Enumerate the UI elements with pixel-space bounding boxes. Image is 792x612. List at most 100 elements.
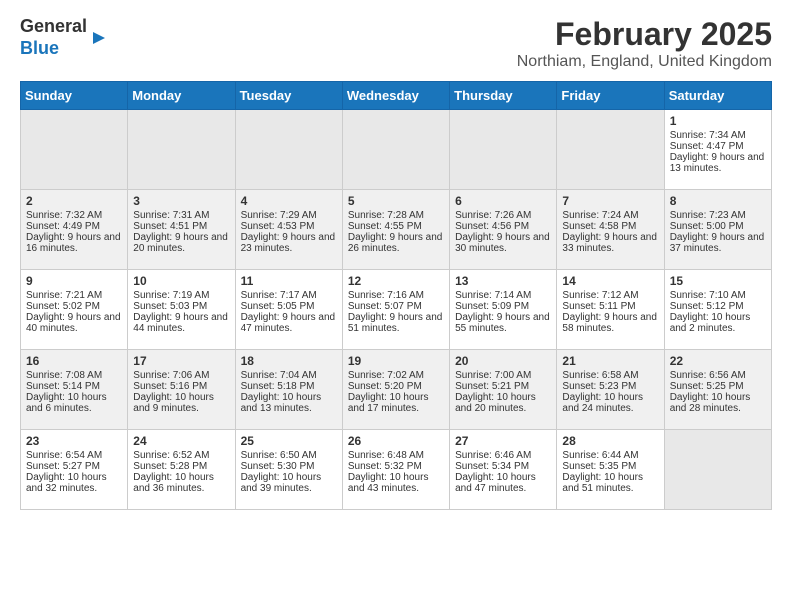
calendar-cell: 26Sunrise: 6:48 AMSunset: 5:32 PMDayligh…: [342, 430, 449, 510]
calendar-cell: 8Sunrise: 7:23 AMSunset: 5:00 PMDaylight…: [664, 190, 771, 270]
calendar-cell: [664, 430, 771, 510]
daylight-text: Daylight: 10 hours and 51 minutes.: [562, 472, 643, 494]
day-number: 26: [348, 434, 444, 448]
calendar-cell: 11Sunrise: 7:17 AMSunset: 5:05 PMDayligh…: [235, 270, 342, 350]
sunset-text: Sunset: 5:14 PM: [26, 381, 100, 392]
sunrise-text: Sunrise: 7:28 AM: [348, 210, 424, 221]
calendar-cell: 25Sunrise: 6:50 AMSunset: 5:30 PMDayligh…: [235, 430, 342, 510]
sunset-text: Sunset: 5:21 PM: [455, 381, 529, 392]
sunset-text: Sunset: 5:18 PM: [241, 381, 315, 392]
calendar-cell: 23Sunrise: 6:54 AMSunset: 5:27 PMDayligh…: [21, 430, 128, 510]
daylight-text: Daylight: 9 hours and 55 minutes.: [455, 312, 550, 334]
daylight-text: Daylight: 10 hours and 9 minutes.: [133, 392, 214, 414]
sunset-text: Sunset: 4:55 PM: [348, 221, 422, 232]
day-number: 15: [670, 274, 766, 288]
daylight-text: Daylight: 10 hours and 36 minutes.: [133, 472, 214, 494]
sunrise-text: Sunrise: 7:31 AM: [133, 210, 209, 221]
page: General Blue February 2025 Northiam, Eng…: [0, 0, 792, 526]
daylight-text: Daylight: 9 hours and 51 minutes.: [348, 312, 443, 334]
sunset-text: Sunset: 5:12 PM: [670, 301, 744, 312]
calendar-cell: 3Sunrise: 7:31 AMSunset: 4:51 PMDaylight…: [128, 190, 235, 270]
sunrise-text: Sunrise: 7:12 AM: [562, 290, 638, 301]
sunrise-text: Sunrise: 7:26 AM: [455, 210, 531, 221]
calendar-cell: 16Sunrise: 7:08 AMSunset: 5:14 PMDayligh…: [21, 350, 128, 430]
sunset-text: Sunset: 5:30 PM: [241, 461, 315, 472]
day-number: 8: [670, 194, 766, 208]
calendar-cell: 6 Sunrise: 7:26 AMSunset: 4:56 PMDaylight…: [450, 190, 557, 270]
calendar-cell: 7Sunrise: 7:24 AMSunset: 4:58 PMDaylight…: [557, 190, 664, 270]
calendar-table: Sunday Monday Tuesday Wednesday Thursday…: [20, 81, 772, 510]
daylight-text: Daylight: 9 hours and 23 minutes.: [241, 232, 336, 254]
calendar-cell: [21, 110, 128, 190]
day-number: 11: [241, 274, 337, 288]
day-number: 7: [562, 194, 658, 208]
daylight-text: Daylight: 10 hours and 32 minutes.: [26, 472, 107, 494]
calendar-week-1: 1Sunrise: 7:34 AMSunset: 4:47 PMDaylight…: [21, 110, 772, 190]
sunset-text: Sunset: 5:23 PM: [562, 381, 636, 392]
calendar-cell: [557, 110, 664, 190]
sunset-text: Sunset: 4:58 PM: [562, 221, 636, 232]
daylight-text: Daylight: 9 hours and 13 minutes.: [670, 152, 765, 174]
sunrise-text: Sunrise: 6:48 AM: [348, 450, 424, 461]
daylight-text: Daylight: 10 hours and 28 minutes.: [670, 392, 751, 414]
header-sunday: Sunday: [21, 82, 128, 110]
header-tuesday: Tuesday: [235, 82, 342, 110]
sunset-text: Sunset: 5:20 PM: [348, 381, 422, 392]
day-number: 5: [348, 194, 444, 208]
day-number: 21: [562, 354, 658, 368]
calendar-cell: 10Sunrise: 7:19 AMSunset: 5:03 PMDayligh…: [128, 270, 235, 350]
calendar-cell: [342, 110, 449, 190]
calendar-cell: 5 Sunrise: 7:28 AMSunset: 4:55 PMDaylight…: [342, 190, 449, 270]
day-number: 10: [133, 274, 229, 288]
sunrise-text: Sunrise: 7:21 AM: [26, 290, 102, 301]
daylight-text: Daylight: 10 hours and 39 minutes.: [241, 472, 322, 494]
header-saturday: Saturday: [664, 82, 771, 110]
calendar-cell: 4Sunrise: 7:29 AMSunset: 4:53 PMDaylight…: [235, 190, 342, 270]
day-number: 25: [241, 434, 337, 448]
sunset-text: Sunset: 5:28 PM: [133, 461, 207, 472]
calendar-week-5: 23Sunrise: 6:54 AMSunset: 5:27 PMDayligh…: [21, 430, 772, 510]
sunrise-text: Sunrise: 7:08 AM: [26, 370, 102, 381]
daylight-text: Daylight: 9 hours and 26 minutes.: [348, 232, 443, 254]
calendar-cell: 18Sunrise: 7:04 AMSunset: 5:18 PMDayligh…: [235, 350, 342, 430]
sunrise-text: Sunrise: 7:34 AM: [670, 130, 746, 141]
daylight-text: Daylight: 9 hours and 30 minutes.: [455, 232, 550, 254]
day-number: 9: [26, 274, 122, 288]
sunrise-text: Sunrise: 6:54 AM: [26, 450, 102, 461]
day-number: 20: [455, 354, 551, 368]
calendar-cell: [235, 110, 342, 190]
logo-general: General: [20, 16, 87, 36]
day-number: 6: [455, 194, 551, 208]
day-number: 3: [133, 194, 229, 208]
sunrise-text: Sunrise: 7:04 AM: [241, 370, 317, 381]
sunset-text: Sunset: 5:09 PM: [455, 301, 529, 312]
title-block: February 2025 Northiam, England, United …: [517, 16, 772, 71]
daylight-text: Daylight: 10 hours and 20 minutes.: [455, 392, 536, 414]
sunrise-text: Sunrise: 7:00 AM: [455, 370, 531, 381]
sunset-text: Sunset: 5:11 PM: [562, 301, 635, 312]
sunset-text: Sunset: 4:47 PM: [670, 141, 744, 152]
day-number: 17: [133, 354, 229, 368]
sunset-text: Sunset: 4:56 PM: [455, 221, 529, 232]
sunset-text: Sunset: 5:05 PM: [241, 301, 315, 312]
sunset-text: Sunset: 5:25 PM: [670, 381, 744, 392]
sunset-text: Sunset: 5:07 PM: [348, 301, 422, 312]
day-number: 2: [26, 194, 122, 208]
sunset-text: Sunset: 5:02 PM: [26, 301, 100, 312]
header-friday: Friday: [557, 82, 664, 110]
calendar-cell: 14Sunrise: 7:12 AMSunset: 5:11 PMDayligh…: [557, 270, 664, 350]
sunrise-text: Sunrise: 7:14 AM: [455, 290, 531, 301]
day-number: 12: [348, 274, 444, 288]
daylight-text: Daylight: 9 hours and 40 minutes.: [26, 312, 121, 334]
sunset-text: Sunset: 5:32 PM: [348, 461, 422, 472]
main-title: February 2025: [517, 16, 772, 53]
sunrise-text: Sunrise: 7:19 AM: [133, 290, 209, 301]
daylight-text: Daylight: 9 hours and 47 minutes.: [241, 312, 336, 334]
day-number: 18: [241, 354, 337, 368]
sunset-text: Sunset: 5:34 PM: [455, 461, 529, 472]
header-wednesday: Wednesday: [342, 82, 449, 110]
calendar-cell: 28Sunrise: 6:44 AMSunset: 5:35 PMDayligh…: [557, 430, 664, 510]
day-number: 27: [455, 434, 551, 448]
logo: General Blue: [20, 16, 109, 59]
daylight-text: Daylight: 10 hours and 2 minutes.: [670, 312, 751, 334]
